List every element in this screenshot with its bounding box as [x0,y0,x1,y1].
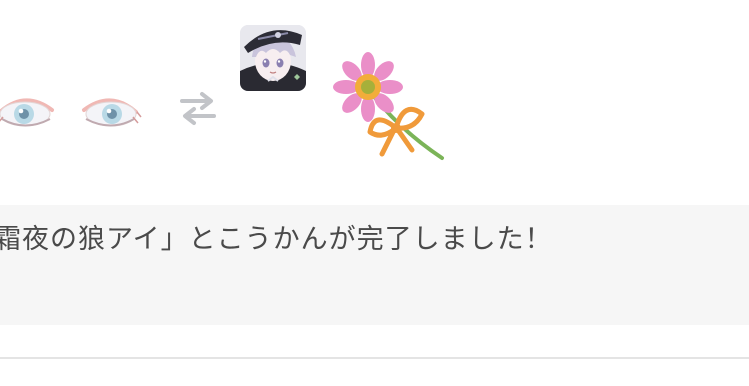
character-avatar-icon [240,25,306,91]
exchange-complete-screen: 霜夜の狼アイ」とこうかんが完了しました！ [0,0,749,386]
exchange-item-strip [0,0,749,200]
eye-item-left-icon [0,88,56,136]
swap-arrows-icon [178,90,218,126]
exchange-complete-message: 霜夜の狼アイ」とこうかんが完了しました！ [0,224,553,255]
flower-with-ribbon-icon [330,52,450,164]
eye-item-right-icon [80,88,142,136]
divider [0,357,749,359]
